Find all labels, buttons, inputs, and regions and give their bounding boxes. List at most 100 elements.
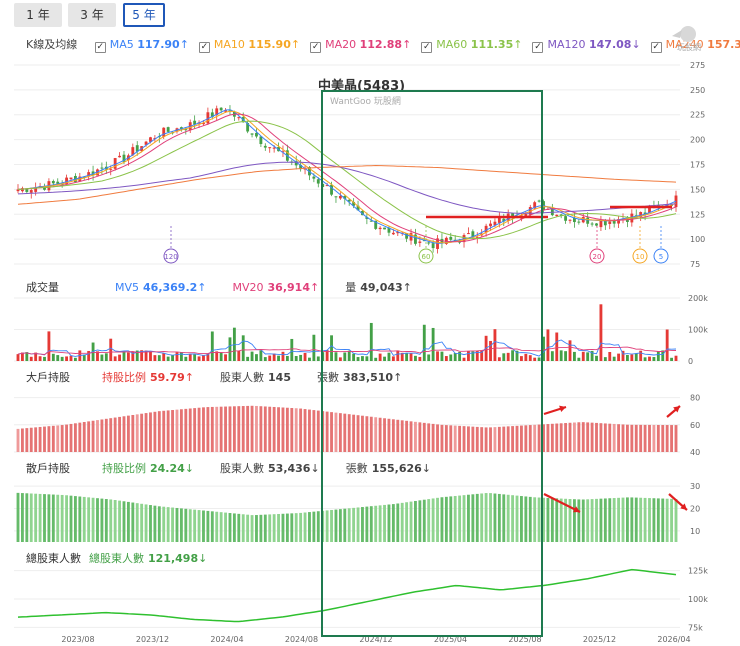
retail-bar <box>537 497 541 542</box>
candle-body <box>29 190 33 193</box>
volume-bar <box>559 350 563 361</box>
ma-marker-label: 60 <box>422 253 431 261</box>
ma-marker-label: 20 <box>593 253 602 261</box>
volume-bar <box>38 356 42 361</box>
volume-bar <box>462 357 466 361</box>
big-holder-bar <box>197 407 201 452</box>
volume-bar <box>511 350 515 361</box>
big-holder-bar <box>405 420 409 452</box>
volume-bar <box>625 354 629 361</box>
big-holder-bar <box>502 426 506 452</box>
volume-bar <box>56 355 60 361</box>
ma-line-ma20 <box>17 113 677 243</box>
big-holder-bar <box>113 417 117 452</box>
big-holder-bar <box>87 421 91 452</box>
volume-bar <box>109 338 113 361</box>
big-holder-bar <box>458 425 462 452</box>
candle-body <box>608 221 612 224</box>
big-holder-bar <box>38 426 42 452</box>
retail-bar <box>232 513 236 542</box>
volume-bar <box>202 355 205 361</box>
big-holder-bar <box>118 416 121 452</box>
retail-bar <box>546 497 550 542</box>
volume-bar <box>356 357 360 361</box>
big-holder-bar <box>378 417 382 452</box>
volume-bar <box>550 351 554 361</box>
big-holder-bar <box>219 406 223 452</box>
big-holder-bar <box>228 406 232 452</box>
big-holder-bar <box>171 410 174 452</box>
retail-bar <box>56 494 60 542</box>
big-holder-bar <box>131 414 135 452</box>
volume-bar <box>409 353 413 361</box>
candle-body <box>219 107 223 111</box>
price-y-tick: 100 <box>690 235 705 244</box>
big-holder-bar <box>559 423 563 452</box>
retail-bar <box>528 496 532 542</box>
retail-bar <box>612 498 616 542</box>
volume-bar <box>595 355 598 361</box>
big-holder-bar <box>608 423 612 452</box>
big-holder-bar <box>162 410 166 452</box>
volume-bar <box>285 355 289 361</box>
big-holder-bar <box>564 423 568 452</box>
price-y-tick: 150 <box>690 185 705 194</box>
retail-bar <box>383 504 386 542</box>
retail-bar <box>418 500 422 542</box>
big-holder-bar <box>166 410 170 452</box>
big-holder-bar <box>109 418 113 452</box>
volume-bar <box>396 350 400 361</box>
candle-body <box>555 214 559 217</box>
volume-bar <box>436 351 439 361</box>
volume-bar <box>665 329 669 361</box>
volume-bar <box>369 322 373 361</box>
big-holder-bar <box>299 408 303 452</box>
retail-bar <box>60 494 64 542</box>
retail-bar <box>559 498 563 542</box>
volume-bar <box>246 356 250 361</box>
retail-bar <box>126 501 130 542</box>
retail-bar <box>312 511 316 542</box>
big-holder-bar <box>51 425 55 452</box>
big-holder-bar <box>391 419 395 452</box>
volume-bar <box>51 353 55 361</box>
big-holder-bar <box>396 419 400 452</box>
retail-y-tick: 10 <box>690 527 700 536</box>
retail-bar <box>648 498 651 542</box>
big-holder-bar <box>665 425 669 452</box>
big-holder-bar <box>250 405 254 452</box>
retail-bar <box>206 510 210 542</box>
retail-bar <box>210 511 214 542</box>
retail-bar <box>338 509 342 542</box>
retail-bar <box>184 508 188 542</box>
big-holder-bar <box>621 424 625 452</box>
retail-bar <box>104 499 108 542</box>
volume-bar <box>104 353 108 361</box>
retail-bar <box>259 514 263 542</box>
volume-bar <box>546 329 550 361</box>
candle-body <box>586 217 590 224</box>
retail-bar <box>590 499 594 542</box>
volume-bar <box>259 350 263 361</box>
big-holder-bar <box>312 410 316 452</box>
volume-bar <box>153 355 157 361</box>
retail-bar <box>43 494 46 542</box>
volume-bar <box>493 329 497 361</box>
big-holder-bar <box>157 411 161 452</box>
big-holder-bar <box>617 424 621 452</box>
retail-bar <box>365 506 369 542</box>
big-holder-bar <box>122 416 126 452</box>
big-holder-bar <box>467 426 470 452</box>
candle-body <box>383 227 386 230</box>
volume-bar <box>126 352 130 361</box>
big-holder-bar <box>515 425 519 452</box>
retail-y-tick: 30 <box>690 482 700 491</box>
retail-bar <box>378 505 382 542</box>
ma-marker-label: 10 <box>636 253 645 261</box>
retail-bar <box>639 497 643 542</box>
big-holder-bar <box>43 426 46 452</box>
big-holder-y-tick: 60 <box>690 421 700 430</box>
volume-bar <box>171 355 174 361</box>
retail-bar <box>674 499 678 542</box>
volume-bar <box>308 357 311 361</box>
